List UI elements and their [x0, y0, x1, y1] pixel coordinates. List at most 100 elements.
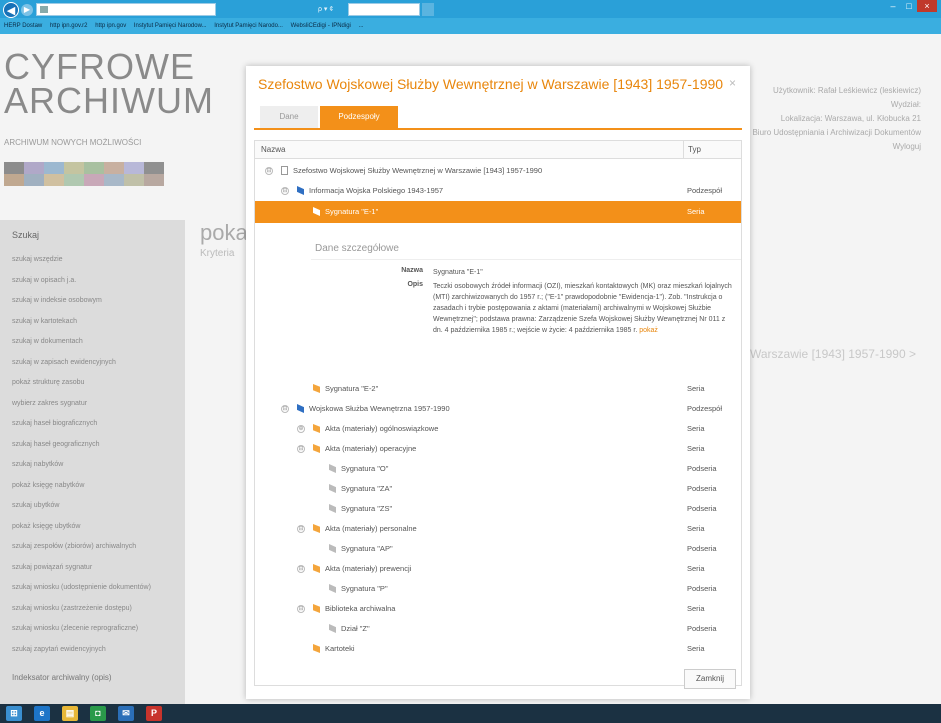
sidebar: Szukaj szukaj wszędzie szukaj w opisach … [0, 220, 185, 704]
tree-row[interactable]: Sygnatura "ZS" Podseria [255, 499, 741, 519]
collapse-icon[interactable]: ⊟ [297, 605, 305, 613]
file-explorer-icon[interactable]: ▤ [62, 706, 78, 721]
tree-row[interactable]: ⊟ Akta (materiały) prewencji Seria [255, 559, 741, 579]
sidebar-item[interactable]: szukaj w indeksie osobowym [12, 297, 151, 318]
gray-flag-icon [329, 484, 336, 493]
address-bar[interactable] [36, 3, 216, 16]
site-icon [40, 6, 48, 13]
tree-row[interactable]: ⊟ Akta (materiały) operacyjne Seria [255, 439, 741, 459]
minimize-button[interactable]: – [885, 0, 901, 12]
favorite-link[interactable]: http ipn.gov.r2 [50, 23, 88, 29]
details-value-nazwa: Sygnatura "E-1" [433, 269, 483, 276]
outlook-icon[interactable]: ✉ [118, 706, 134, 721]
close-button[interactable]: Zamknij [684, 669, 736, 689]
sidebar-item[interactable]: szukaj ubytków [12, 502, 151, 523]
sidebar-title: Szukaj [12, 230, 40, 240]
internet-explorer-icon[interactable]: e [34, 706, 50, 721]
back-arrow-icon[interactable]: ◀ [3, 2, 19, 18]
collapse-icon[interactable]: ⊟ [265, 167, 273, 175]
forward-arrow-icon[interactable]: ▶ [21, 4, 33, 16]
favorite-link[interactable]: http ipn.gov [95, 23, 126, 29]
address-controls[interactable]: ρ ▾ ¢ [318, 5, 333, 13]
sidebar-item[interactable]: pokaż strukturę zasobu [12, 379, 151, 400]
app-icon[interactable]: ◘ [90, 706, 106, 721]
column-header-nazwa[interactable]: Nazwa [261, 145, 285, 154]
powerpoint-icon[interactable]: P [146, 706, 162, 721]
sidebar-item[interactable]: szukaj zespołów (zbiorów) archiwalnych [12, 543, 151, 564]
sidebar-item[interactable]: szukaj haseł geograficznych [12, 441, 151, 462]
blue-flag-icon [297, 404, 304, 413]
favorite-link[interactable]: Instytut Pamięci Narodo... [214, 23, 283, 29]
tree-row-type: Podseria [687, 464, 717, 473]
sidebar-menu: szukaj wszędzie szukaj w opisach j.a. sz… [12, 256, 151, 666]
tree-row-type: Podseria [687, 584, 717, 593]
logout-link[interactable]: Wyloguj [731, 140, 921, 154]
sidebar-item[interactable]: szukaj w dokumentach [12, 338, 151, 359]
sidebar-item[interactable]: pokaż księgę nabytków [12, 482, 151, 503]
sidebar-item[interactable]: szukaj wniosku (zlecenie reprograficzne) [12, 625, 151, 646]
tree-row[interactable]: ⊟ Biblioteka archiwalna Seria [255, 599, 741, 619]
sidebar-item[interactable]: szukaj wszędzie [12, 256, 151, 277]
tab-dane[interactable]: Dane [260, 106, 318, 128]
tree-row-label: Wojskowa Służba Wewnętrzna 1957-1990 [309, 404, 450, 413]
sidebar-item[interactable]: szukaj powiązań sygnatur [12, 564, 151, 585]
favorite-link[interactable]: ... [359, 23, 364, 29]
sidebar-section-title: Indeksator archiwalny (opis) [12, 673, 112, 682]
tree-row-selected[interactable]: Sygnatura "E-1" Seria [255, 201, 741, 223]
tree-row-type: Podseria [687, 484, 717, 493]
tree-row-type: Seria [687, 207, 705, 216]
tree-row-label: Akta (materiały) ogólnoswiązkowe [325, 424, 439, 433]
taskbar: ⊞ e ▤ ◘ ✉ P [0, 704, 941, 723]
background-heading: poka [200, 220, 248, 245]
tree-row[interactable]: Sygnatura "AP" Podseria [255, 539, 741, 559]
favorite-link[interactable]: WebsliCEdigi - IPNdigi [291, 23, 351, 29]
tree-row[interactable]: ⊟ Informacja Wojska Polskiego 1943-1957 … [255, 181, 741, 201]
tree-row[interactable]: Sygnatura "O" Podseria [255, 459, 741, 479]
tree-row[interactable]: ⊟ Szefostwo Wojskowej Służby Wewnętrznej… [255, 161, 741, 181]
sidebar-item[interactable]: szukaj w zapisach ewidencyjnych [12, 359, 151, 380]
sidebar-item[interactable]: szukaj zapytań ewidencyjnych [12, 646, 151, 667]
sidebar-item[interactable]: szukaj wniosku (udostępnienie dokumentów… [12, 584, 151, 605]
collapse-icon[interactable]: ⊟ [297, 565, 305, 573]
tree-row-label: Sygnatura "O" [341, 464, 389, 473]
sidebar-item[interactable]: szukaj nabytków [12, 461, 151, 482]
tree-row[interactable]: ⊕ Akta (materiały) ogólnoswiązkowe Seria [255, 419, 741, 439]
folder-flag-icon [313, 384, 320, 393]
sidebar-item[interactable]: szukaj haseł biograficznych [12, 420, 151, 441]
expand-icon[interactable]: ⊕ [297, 425, 305, 433]
tree-row[interactable]: Sygnatura "E-2" Seria [255, 379, 741, 399]
favorite-link[interactable]: HERP Dostaw [4, 23, 42, 29]
tree-row[interactable]: Sygnatura "ZA" Podseria [255, 479, 741, 499]
tree-row[interactable]: Sygnatura "P" Podseria [255, 579, 741, 599]
tree-row-type: Podzespół [687, 404, 723, 413]
new-tab-button[interactable] [422, 3, 434, 16]
details-title: Dane szczegółowe [315, 243, 399, 254]
folder-flag-icon [313, 604, 320, 613]
browser-tab[interactable] [348, 3, 420, 16]
document-icon [281, 166, 288, 175]
details-value-opis: Teczki osobowych źródeł informacji (OZI)… [433, 283, 732, 334]
maximize-button[interactable]: □ [901, 0, 917, 12]
collapse-icon[interactable]: ⊟ [297, 445, 305, 453]
folder-flag-icon [313, 524, 320, 533]
column-header-typ[interactable]: Typ [683, 141, 741, 159]
sidebar-item[interactable]: szukaj w kartotekach [12, 318, 151, 339]
collapse-icon[interactable]: ⊟ [297, 525, 305, 533]
tree-row[interactable]: Kartoteki Seria [255, 639, 741, 659]
collapse-icon[interactable]: ⊟ [281, 187, 289, 195]
tab-podzespoly[interactable]: Podzespoły [320, 106, 398, 128]
tree-row[interactable]: ⊟ Akta (materiały) personalne Seria [255, 519, 741, 539]
favorite-link[interactable]: Instytut Pamięci Narodow... [134, 23, 207, 29]
close-window-button[interactable]: × [917, 0, 937, 12]
tree-row[interactable]: Dział "Z" Podseria [255, 619, 741, 639]
close-icon[interactable]: × [729, 76, 736, 90]
sidebar-item[interactable]: szukaj wniosku (zastrzeżenie dostępu) [12, 605, 151, 626]
folder-flag-icon [313, 424, 320, 433]
sidebar-item[interactable]: pokaż księgę ubytków [12, 523, 151, 544]
sidebar-item[interactable]: wybierz zakres sygnatur [12, 400, 151, 421]
collapse-icon[interactable]: ⊟ [281, 405, 289, 413]
windows-start-icon[interactable]: ⊞ [6, 706, 22, 721]
sidebar-item[interactable]: szukaj w opisach j.a. [12, 277, 151, 298]
show-more-link[interactable]: pokaż [639, 327, 658, 334]
tree-row[interactable]: ⊟ Wojskowa Służba Wewnętrzna 1957-1990 P… [255, 399, 741, 419]
